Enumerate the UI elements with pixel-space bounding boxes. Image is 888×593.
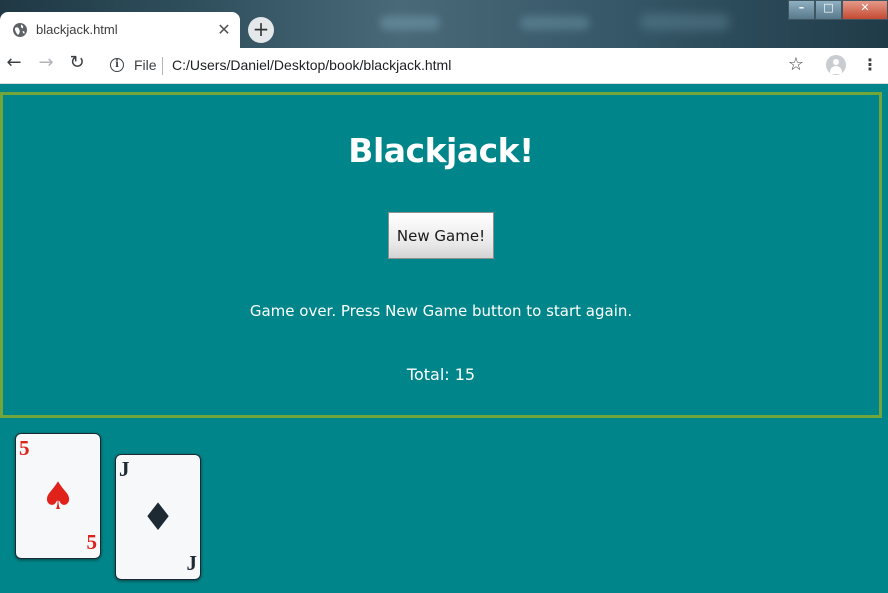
close-window-button[interactable]: ✕ bbox=[842, 0, 888, 20]
tab-close-icon[interactable]: ✕ bbox=[216, 21, 232, 39]
card-rank-top: 5 bbox=[19, 436, 30, 460]
reload-button[interactable]: ↻ bbox=[64, 52, 90, 78]
star-icon[interactable]: ☆ bbox=[786, 53, 806, 77]
total-score: Total: 15 bbox=[406, 365, 476, 384]
back-button[interactable]: ← bbox=[1, 52, 27, 78]
card-rank-bottom: 5 bbox=[86, 530, 98, 554]
profile-head bbox=[833, 59, 839, 65]
new-game-button[interactable]: New Game! bbox=[388, 212, 494, 259]
info-icon[interactable]: i bbox=[110, 58, 124, 72]
background-blur bbox=[380, 16, 440, 30]
card-rank-top: J bbox=[119, 457, 130, 481]
file-scheme-label: File bbox=[134, 57, 157, 73]
browser-toolbar: ← → ↻ i File C:/Users/Daniel/Desktop/boo… bbox=[0, 48, 888, 84]
game-panel: Blackjack! New Game! Game over. Press Ne… bbox=[0, 92, 882, 418]
profile-icon[interactable] bbox=[826, 55, 846, 75]
spade-icon: ♠ bbox=[40, 474, 76, 518]
browser-tab[interactable]: blackjack.html ✕ bbox=[0, 12, 240, 48]
minimize-button[interactable]: – bbox=[788, 0, 815, 20]
background-blur bbox=[520, 16, 590, 30]
background-blur bbox=[640, 14, 730, 30]
card-rank-bottom: J bbox=[186, 551, 198, 575]
address-bar[interactable]: C:/Users/Daniel/Desktop/book/blackjack.h… bbox=[172, 57, 451, 73]
browser-titlebar: blackjack.html ✕ + – □ ✕ bbox=[0, 0, 888, 48]
url-separator bbox=[162, 57, 163, 75]
profile-shoulders bbox=[830, 66, 842, 74]
menu-icon[interactable]: ⋮ bbox=[862, 53, 878, 77]
tab-title: blackjack.html bbox=[36, 22, 118, 37]
globe-icon bbox=[13, 23, 27, 37]
page-title: Blackjack! bbox=[348, 131, 534, 170]
forward-button[interactable]: → bbox=[33, 52, 59, 78]
playing-card: 5 ♠ 5 bbox=[15, 433, 101, 559]
new-tab-button[interactable]: + bbox=[248, 17, 274, 43]
diamond-icon: ♦ bbox=[140, 495, 176, 539]
playing-card: J ♦ J bbox=[115, 454, 201, 580]
maximize-button[interactable]: □ bbox=[815, 0, 842, 20]
status-message: Game over. Press New Game button to star… bbox=[249, 302, 633, 320]
